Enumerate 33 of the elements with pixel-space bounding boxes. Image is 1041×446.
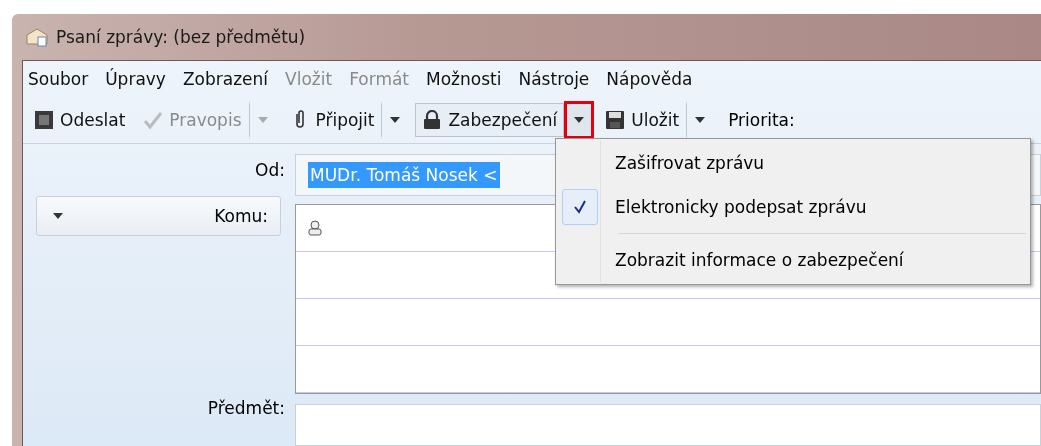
caret-icon	[574, 117, 585, 123]
subject-field[interactable]	[295, 404, 1041, 446]
menu-item[interactable]: Možnosti	[426, 69, 502, 97]
caret-icon	[257, 117, 268, 123]
toolbar-button[interactable]: Uložit	[598, 103, 687, 137]
menu-item[interactable]: Nástroje	[518, 69, 590, 97]
menu-item-label: Zobrazit informace o zabezpečení	[615, 250, 904, 270]
toolbar-button[interactable]: Zabezpečení	[415, 103, 565, 137]
toolbar-button[interactable]: Odeslat	[27, 103, 133, 137]
menu-item[interactable]: Nápověda	[606, 69, 693, 97]
subject-label: Předmět:	[207, 398, 285, 418]
menu-item-label: Elektronicky podepsat zprávu	[615, 197, 867, 217]
menu-item-label: Zašifrovat zprávu	[615, 153, 765, 173]
toolbar-button[interactable]: Připojit	[282, 103, 382, 137]
menu-item[interactable]: Zašifrovat zprávu	[556, 141, 1030, 185]
recipient-type-button[interactable]: Komu:	[36, 196, 281, 236]
toolbar-label: Priorita:	[728, 110, 795, 130]
person-icon	[308, 220, 322, 236]
checkmark-icon	[143, 110, 164, 130]
menu-item[interactable]: Zobrazit informace o zabezpečení	[556, 238, 1030, 282]
dropdown-button[interactable]	[564, 101, 595, 139]
menu-item[interactable]: Elektronicky podepsat zprávu	[556, 185, 1030, 229]
caret-icon	[695, 117, 706, 123]
send-icon	[34, 110, 54, 130]
window-title: Psaní zprávy: (bez předmětu)	[56, 27, 306, 47]
menu-item[interactable]: Soubor	[28, 69, 89, 97]
menu-item[interactable]: Úpravy	[105, 69, 166, 97]
lock-icon	[422, 110, 443, 130]
menu-item[interactable]: Zobrazení	[182, 69, 269, 97]
caret-icon	[390, 117, 401, 123]
caret-icon	[53, 213, 63, 219]
from-label: Od:	[255, 160, 285, 180]
checkmark-icon	[573, 200, 587, 214]
